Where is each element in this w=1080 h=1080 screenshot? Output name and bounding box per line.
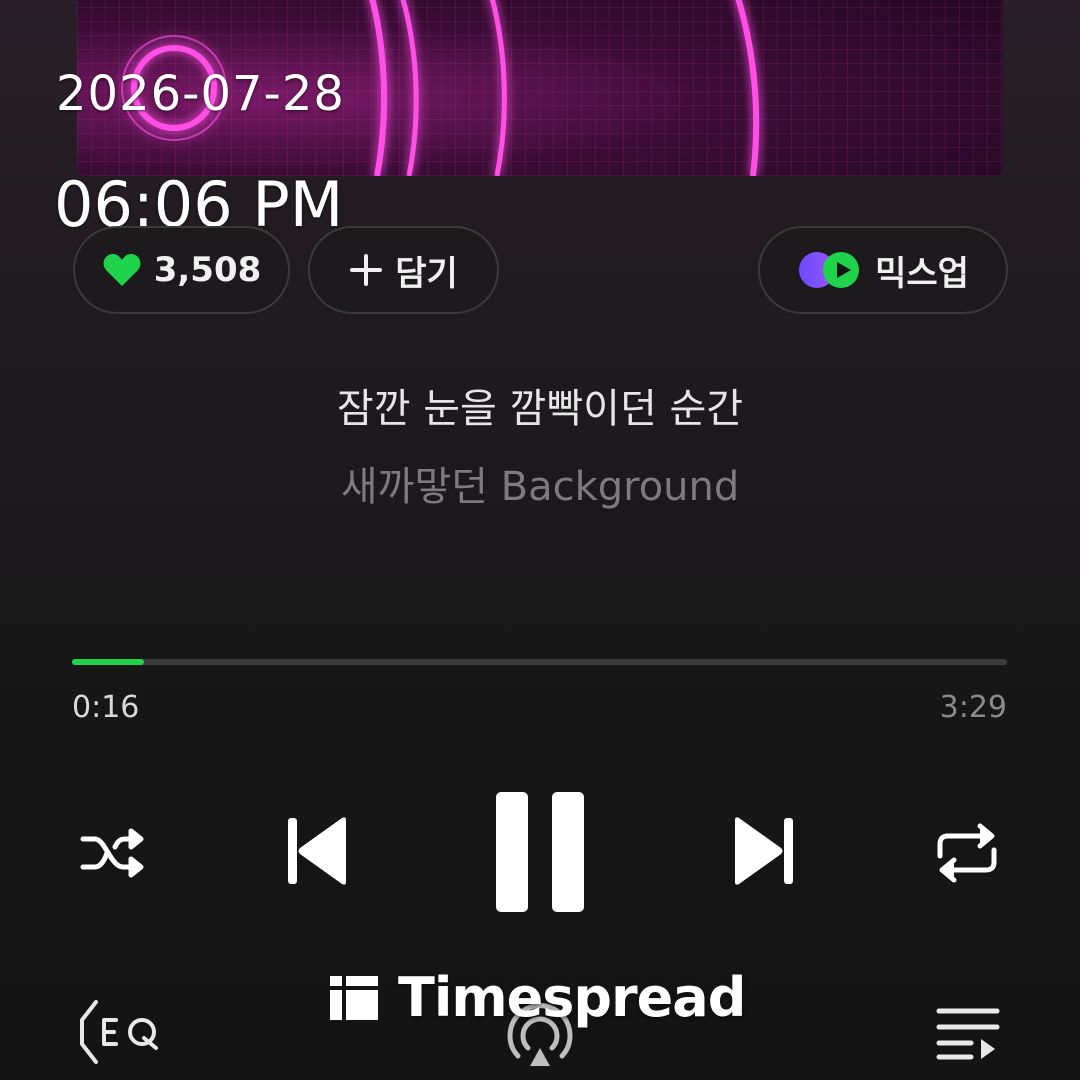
player-screen: 2026-07-28 06:06 PM 3,508 담기 믹스업 잠깐 눈을 깜…	[0, 0, 1080, 1080]
lyric-current-line[interactable]: 잠깐 눈을 깜빡이던 순간	[0, 376, 1080, 434]
like-button[interactable]: 3,508	[73, 226, 290, 314]
playlist-icon	[935, 1003, 1001, 1067]
heart-icon	[102, 252, 142, 288]
eq-icon	[72, 998, 164, 1070]
progress-bar[interactable]	[72, 659, 1007, 665]
repeat-button[interactable]	[928, 820, 1006, 890]
next-button[interactable]	[727, 813, 801, 893]
watermark-logo-icon	[330, 975, 378, 1020]
lyric-next-line[interactable]: 새까맣던 Background	[0, 454, 1080, 512]
pause-icon	[492, 790, 588, 918]
playlist-button[interactable]	[930, 1000, 1006, 1070]
equalizer-button[interactable]	[70, 998, 166, 1070]
shuffle-icon	[79, 825, 149, 885]
total-time: 3:29	[939, 690, 1007, 725]
shuffle-button[interactable]	[74, 820, 154, 890]
add-to-playlist-button[interactable]: 담기	[308, 226, 499, 314]
like-count: 3,508	[153, 250, 262, 290]
skip-previous-icon	[284, 814, 350, 892]
progress-fill	[72, 659, 144, 665]
elapsed-time: 0:16	[72, 690, 140, 725]
mixup-label: 믹스업	[875, 253, 969, 294]
repeat-icon	[932, 822, 1002, 888]
watermark: Timespread	[330, 966, 746, 1029]
pause-button[interactable]	[490, 790, 590, 918]
mixup-icon	[797, 250, 863, 290]
plus-icon	[349, 253, 383, 287]
watermark-text: Timespread	[398, 966, 746, 1029]
overlay-date: 2026-07-28	[56, 66, 345, 122]
skip-next-icon	[731, 814, 797, 892]
mixup-button[interactable]: 믹스업	[758, 226, 1008, 314]
previous-button[interactable]	[280, 813, 354, 893]
add-label: 담기	[395, 253, 458, 294]
